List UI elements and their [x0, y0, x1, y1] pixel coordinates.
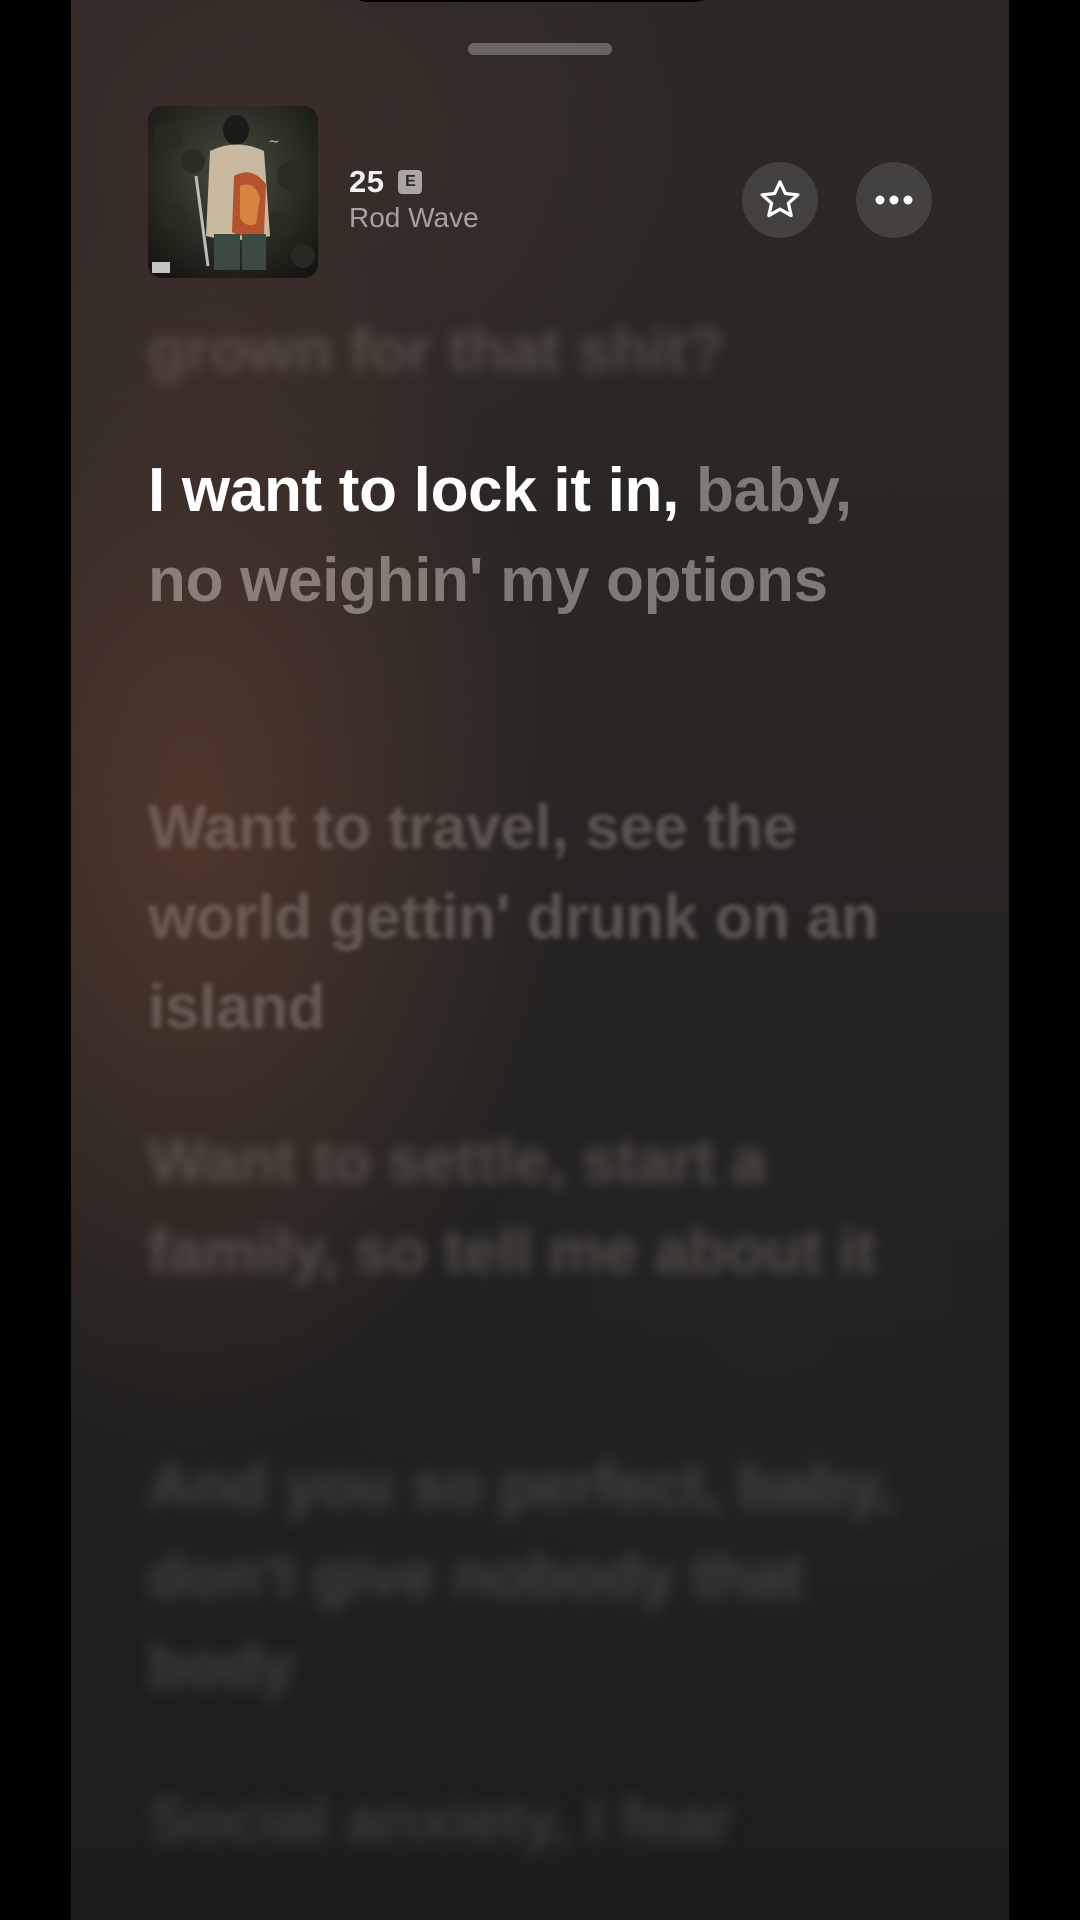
lyric-current-sung: I want to lock it in,: [148, 456, 680, 525]
lyric-line-upcoming[interactable]: And you so perfect, baby, don't give nob…: [148, 1442, 928, 1712]
album-artwork[interactable]: ~: [148, 106, 318, 278]
song-title-row: 25 E: [349, 162, 423, 202]
explicit-badge: E: [398, 170, 423, 194]
more-horizontal-icon: [875, 195, 913, 205]
lyrics-screen: ~ 25 E Rod Wave grown for that shit? I w…: [71, 0, 1009, 1920]
lyric-line-previous[interactable]: grown for that shit?: [148, 306, 928, 396]
lyric-line-upcoming[interactable]: Want to settle, start a family, so tell …: [148, 1117, 928, 1297]
lyric-line-current[interactable]: I want to lock it in, baby, no weighin' …: [148, 446, 928, 626]
album-artwork-image: ~: [148, 106, 318, 278]
lyric-line-upcoming[interactable]: Social anxiety, I fear: [148, 1776, 928, 1866]
favorite-button[interactable]: [742, 162, 818, 238]
song-title[interactable]: 25: [349, 164, 384, 200]
more-options-button[interactable]: [856, 162, 932, 238]
now-playing-header: ~ 25 E Rod Wave: [71, 0, 1009, 290]
lyric-line-upcoming[interactable]: Want to travel, see the world gettin' dr…: [148, 783, 928, 1053]
svg-text:~: ~: [268, 134, 280, 150]
artist-name[interactable]: Rod Wave: [349, 202, 479, 234]
star-icon: [760, 180, 800, 218]
